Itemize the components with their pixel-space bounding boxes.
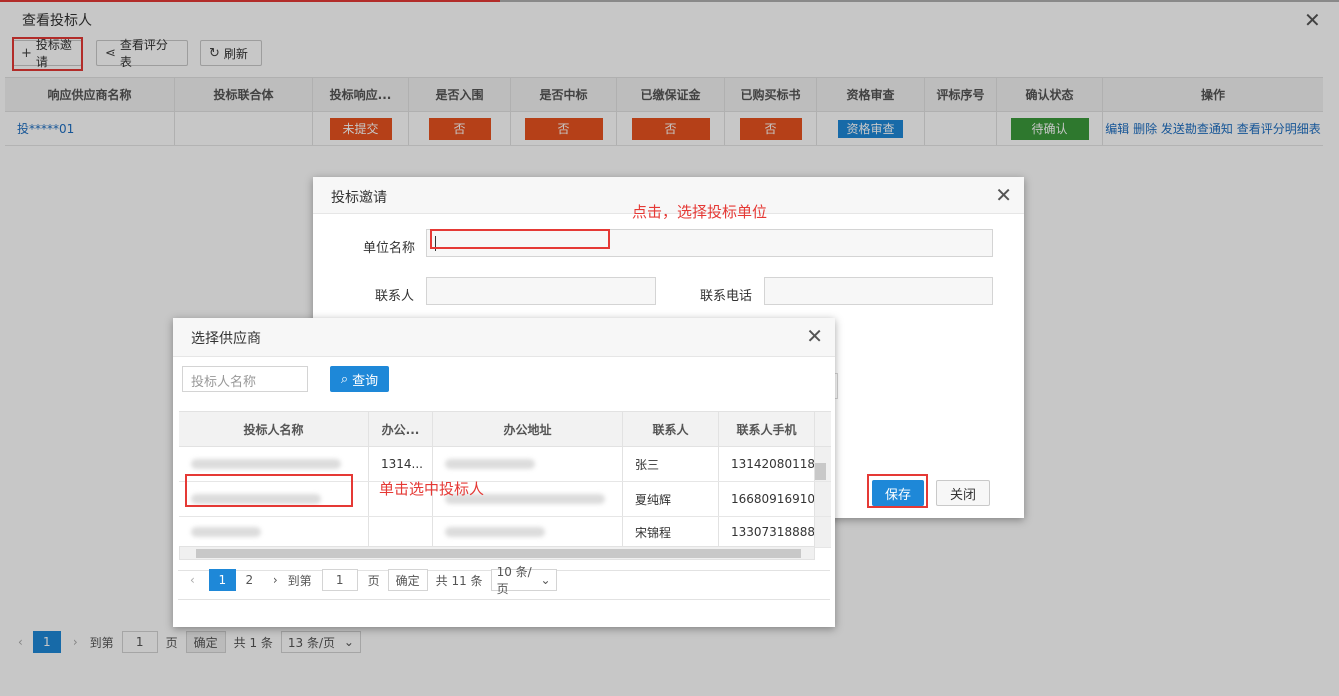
blurred-text [445, 459, 535, 469]
chevron-down-icon: ⌄ [540, 573, 551, 587]
col-header: 办公... [369, 412, 433, 446]
save-highlight-box [867, 474, 928, 508]
blurred-text [191, 459, 341, 469]
query-button[interactable]: ⌕ 查询 [330, 366, 389, 392]
page-button[interactable]: 2 [236, 569, 263, 591]
office-cell [369, 517, 433, 547]
col-header: 联系人手机 [719, 412, 815, 446]
invite-dialog-close-icon[interactable]: ✕ [995, 183, 1012, 207]
horizontal-scrollbar[interactable] [179, 546, 815, 560]
phone-input[interactable] [764, 277, 993, 305]
phone-cell: 16680916910 [719, 482, 815, 516]
next-page-icon[interactable]: › [273, 573, 278, 587]
col-header: 投标人名称 [179, 412, 369, 446]
unit-name-label: 单位名称 [363, 241, 416, 256]
address-cell [433, 447, 623, 481]
contact-cell: 张三 [623, 447, 719, 481]
supplier-dialog-title: 选择供应商 [191, 331, 261, 347]
phone-cell: 13142080118 [719, 447, 815, 481]
prev-page-icon[interactable]: ‹ [190, 573, 195, 587]
search-icon: ⌕ [340, 371, 349, 387]
unit-name-highlight-box [430, 229, 610, 249]
horizontal-scrollbar-thumb[interactable] [196, 549, 801, 558]
contact-input[interactable] [426, 277, 656, 305]
vertical-scrollbar-track[interactable] [815, 517, 831, 547]
vertical-scrollbar-thumb[interactable] [815, 463, 826, 480]
selected-bidder-highlight-box [185, 474, 353, 507]
supplier-row[interactable]: 宋锦程 13307318888 [179, 517, 831, 548]
supplier-dialog-close-icon[interactable]: ✕ [806, 324, 823, 348]
supplier-pagination: ‹ 1 2 › 到第 1 页 确定 共 11 条 10 条/页 ⌄ [190, 565, 557, 596]
per-page-select[interactable]: 10 条/页 ⌄ [490, 565, 557, 596]
blurred-text [191, 527, 261, 537]
page-button[interactable]: 1 [208, 569, 236, 591]
goto-label: 到第 [287, 573, 312, 588]
bidder-search-input[interactable]: 投标人名称 [182, 366, 308, 392]
scroll-header-gap [815, 412, 831, 446]
total-count: 共 11 条 [435, 573, 483, 588]
blurred-text [445, 527, 545, 537]
phone-cell: 13307318888 [719, 517, 815, 547]
page-unit-label: 页 [367, 573, 380, 588]
query-button-label: 查询 [352, 373, 379, 389]
annotation-click-select: 点击，选择投标单位 [632, 203, 768, 221]
address-cell [433, 517, 623, 547]
phone-label: 联系电话 [700, 289, 753, 304]
annotation-single-click: 单击选中投标人 [379, 480, 485, 498]
goto-confirm-button[interactable]: 确定 [387, 569, 428, 591]
contact-label: 联系人 [375, 289, 415, 304]
goto-page-input[interactable]: 1 [321, 569, 358, 591]
contact-cell: 宋锦程 [623, 517, 719, 547]
contact-cell: 夏纯辉 [623, 482, 719, 516]
office-cell: 1314... [369, 447, 433, 481]
invite-dialog-title: 投标邀请 [331, 190, 387, 206]
supplier-dialog-header: 选择供应商 ✕ [173, 318, 835, 357]
col-header: 办公地址 [433, 412, 623, 446]
bidder-name-cell [179, 517, 369, 547]
col-header: 联系人 [623, 412, 719, 446]
vertical-scrollbar-track[interactable] [815, 482, 831, 516]
close-button[interactable]: 关闭 [936, 480, 990, 506]
supplier-table-header: 投标人名称 办公... 办公地址 联系人 联系人手机 [179, 411, 831, 447]
